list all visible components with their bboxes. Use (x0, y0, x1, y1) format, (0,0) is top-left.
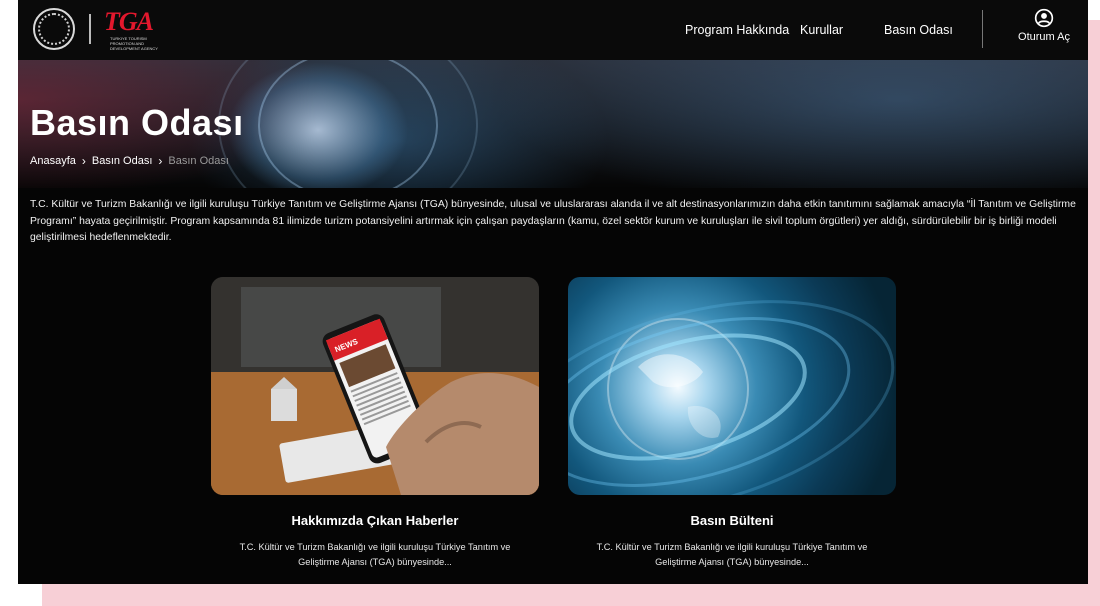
page-title: Basın Odası (30, 102, 244, 143)
user-circle-icon (1034, 8, 1054, 28)
tga-logo[interactable]: TGA TURKIYE TOURISM PROMOTION AND DEVELO… (104, 8, 184, 52)
nav-basin-odasi[interactable]: Basın Odası (884, 23, 953, 37)
globe-arc-outer (218, 60, 478, 188)
intro-paragraph: T.C. Kültür ve Turizm Bakanlığı ve ilgil… (30, 199, 1076, 243)
breadcrumb-current: Basın Odası (168, 155, 229, 167)
tga-logo-text: TGA (104, 7, 154, 36)
phone-news-illustration: NEWS (211, 277, 539, 495)
hero-banner: Basın Odası Anasayfa › Basın Odası › Bas… (18, 60, 1088, 188)
globe-illustration (568, 300, 895, 495)
breadcrumb-home[interactable]: Anasayfa (30, 155, 76, 167)
card-title[interactable]: Basın Bülteni (568, 513, 896, 528)
page-frame: TGA TURKIYE TOURISM PROMOTION AND DEVELO… (18, 0, 1088, 584)
card-description: T.C. Kültür ve Turizm Bakanlığı ve ilgil… (239, 542, 511, 567)
breadcrumb: Anasayfa › Basın Odası › Basın Odası (30, 154, 229, 168)
nav-divider (982, 10, 983, 48)
top-navigation-bar: TGA TURKIYE TOURISM PROMOTION AND DEVELO… (18, 0, 1088, 60)
card-title[interactable]: Hakkımızda Çıkan Haberler (211, 513, 539, 528)
login-button[interactable]: Oturum Aç (1012, 8, 1076, 50)
card-description: T.C. Kültür ve Turizm Bakanlığı ve ilgil… (596, 542, 868, 567)
card-press-release[interactable]: Basın Bülteni T.C. Kültür ve Turizm Baka… (568, 277, 896, 570)
chevron-right-icon: › (158, 154, 163, 168)
card-news[interactable]: NEWS Hakkımızda Çıkan Haberler T.C. Kült… (211, 277, 539, 570)
ministry-emblem-icon[interactable] (33, 8, 75, 50)
breadcrumb-section[interactable]: Basın Odası (92, 155, 153, 167)
login-label: Oturum Aç (1018, 31, 1070, 43)
press-release-card-image[interactable] (568, 277, 896, 495)
news-card-image[interactable]: NEWS (211, 277, 539, 495)
tga-logo-subtitle: TURKIYE TOURISM PROMOTION AND DEVELOPMEN… (110, 36, 158, 51)
logo-divider (89, 14, 91, 44)
nav-program-hakkinda[interactable]: Program Hakkında (685, 23, 789, 37)
chevron-right-icon: › (81, 154, 86, 168)
nav-kurullar[interactable]: Kurullar (800, 23, 843, 37)
